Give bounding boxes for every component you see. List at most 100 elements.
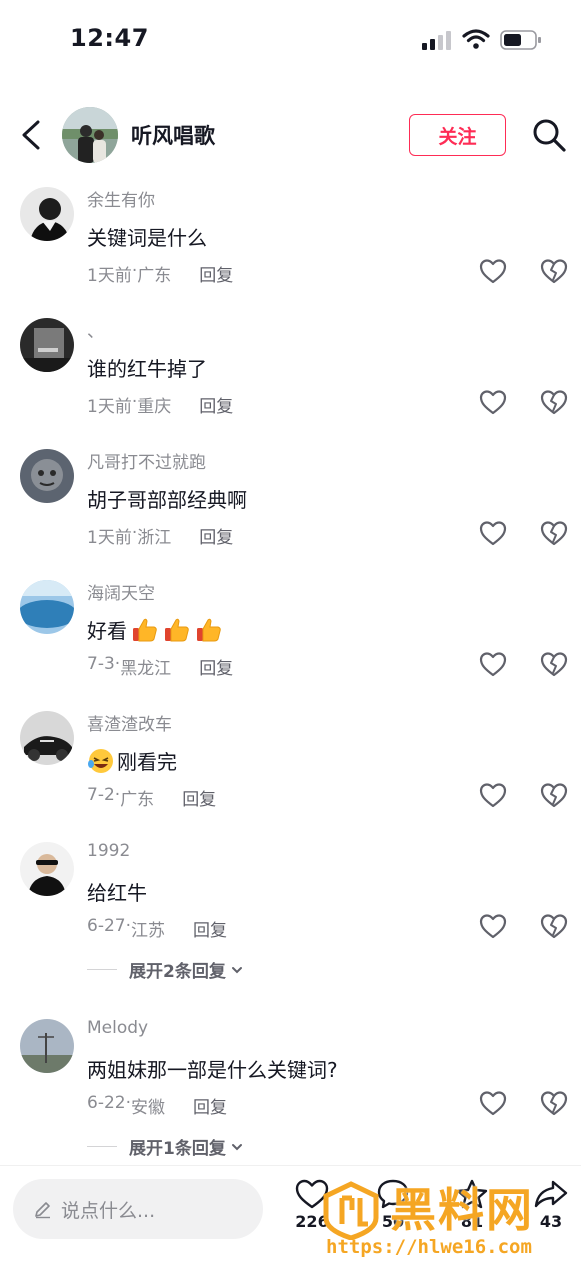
share-icon <box>534 1180 568 1208</box>
reply-button[interactable]: 回复 <box>199 654 233 679</box>
comment-meta: 7-2 · 广东 回复 <box>87 785 216 810</box>
thumbs-up-emoji-icon <box>165 618 189 641</box>
comment-username[interactable]: Melody <box>87 1018 148 1038</box>
comment-location: 广东 <box>120 790 155 810</box>
broken-heart-icon[interactable] <box>540 651 568 677</box>
heart-icon[interactable] <box>479 389 507 415</box>
favorite-button[interactable]: 81 <box>447 1178 497 1231</box>
watermark-url: https://hlwe16.com <box>326 1236 532 1258</box>
divider <box>87 969 117 970</box>
expand-replies-button[interactable]: 展开2条回复 <box>87 957 244 982</box>
back-arrow-icon[interactable] <box>14 114 50 156</box>
broken-heart-icon[interactable] <box>540 389 568 415</box>
reply-button[interactable]: 回复 <box>193 1093 227 1118</box>
avatar[interactable] <box>62 107 118 163</box>
comment-input[interactable]: 说点什么... <box>13 1179 263 1239</box>
comment-item: 凡哥打不过就跑 胡子哥部部经典啊 1天前 · 浙江 回复 <box>0 442 581 573</box>
page-title: 听风唱歌 <box>131 124 215 148</box>
comment-location: 重庆 <box>137 397 172 417</box>
avatar[interactable] <box>20 1019 74 1073</box>
follow-button[interactable]: 关注 <box>409 114 506 156</box>
comment-text-content: 刚看完 <box>117 750 177 774</box>
reply-button[interactable]: 回复 <box>182 785 216 810</box>
avatar[interactable] <box>20 318 74 372</box>
comment-time: 6-22 <box>87 1093 126 1113</box>
comment-time: 7-3 <box>87 654 115 674</box>
comment-count: 50 <box>381 1212 405 1231</box>
comment-username[interactable]: 喜渣渣改车 <box>87 710 172 735</box>
share-button[interactable]: 43 <box>526 1178 576 1231</box>
avatar[interactable] <box>20 449 74 503</box>
heart-icon[interactable] <box>479 913 507 939</box>
comment-meta: 6-27 · 江苏 回复 <box>87 916 227 941</box>
comment-list[interactable]: 余生有你 关键词是什么 1天前 · 广东 回复 、 谁的红牛掉了 1天前 · 重… <box>0 180 581 1165</box>
broken-heart-icon[interactable] <box>540 258 568 284</box>
thumbs-up-emoji-icon <box>133 618 157 641</box>
laughing-emoji-icon <box>88 748 113 773</box>
comment-text: 给红牛 <box>87 877 147 906</box>
comment-time: 7-2 <box>87 785 115 805</box>
chevron-down-icon <box>231 966 242 973</box>
comment-username[interactable]: 1992 <box>87 841 130 861</box>
comment-meta: 1天前 · 重庆 回复 <box>87 392 233 417</box>
battery-icon <box>500 30 541 50</box>
like-button[interactable]: 226 <box>287 1178 337 1231</box>
comment-username[interactable]: 、 <box>87 317 104 342</box>
comment-item: 海阔天空 好看 7-3 · 黑龙江 回复 <box>0 573 581 704</box>
star-icon <box>456 1179 488 1209</box>
reply-button[interactable]: 回复 <box>193 916 227 941</box>
comment-text: 谁的红牛掉了 <box>87 353 207 382</box>
comment-text-content: 两姐妹那一部是什么关键词? <box>87 1058 338 1082</box>
broken-heart-icon[interactable] <box>540 520 568 546</box>
broken-heart-icon[interactable] <box>540 1090 568 1116</box>
reply-button[interactable]: 回复 <box>199 392 233 417</box>
comment-meta: 1天前 · 浙江 回复 <box>87 523 233 548</box>
broken-heart-icon[interactable] <box>540 913 568 939</box>
comment-location: 安徽 <box>131 1098 165 1118</box>
heart-icon[interactable] <box>479 1090 507 1116</box>
avatar[interactable] <box>20 580 74 634</box>
pencil-icon <box>35 1202 50 1219</box>
comment-text: 刚看完 <box>87 746 177 775</box>
chevron-down-icon <box>231 1143 242 1150</box>
comment-text: 胡子哥部部经典啊 <box>87 484 247 513</box>
expand-replies-label: 展开1条回复 <box>129 1139 226 1159</box>
comment-meta: 7-3 · 黑龙江 回复 <box>87 654 233 679</box>
heart-icon[interactable] <box>479 651 507 677</box>
favorite-count: 81 <box>460 1212 484 1231</box>
comment-location: 江苏 <box>131 921 165 941</box>
comment-text: 两姐妹那一部是什么关键词? <box>87 1054 338 1083</box>
comment-text-content: 给红牛 <box>87 881 147 905</box>
comment-location: 黑龙江 <box>120 659 172 679</box>
comment-button[interactable]: 50 <box>368 1178 418 1231</box>
heart-icon[interactable] <box>479 782 507 808</box>
comment-time: 1天前 <box>87 266 132 286</box>
comment-username[interactable]: 余生有你 <box>87 186 155 211</box>
comment-meta: 1天前 · 广东 回复 <box>87 261 233 286</box>
heart-icon[interactable] <box>479 258 507 284</box>
reply-button[interactable]: 回复 <box>199 523 233 548</box>
avatar[interactable] <box>20 187 74 241</box>
comment-text-content: 谁的红牛掉了 <box>87 357 207 381</box>
wifi-icon <box>462 29 490 49</box>
comment-item: 1992 给红牛 6-27 · 江苏 回复 展开2条回复 <box>0 835 581 1005</box>
comment-username[interactable]: 海阔天空 <box>87 579 155 604</box>
bottom-bar: 说点什么... 226 50 81 43 黑料网 https://hlwe16.… <box>0 1165 581 1280</box>
avatar[interactable] <box>20 711 74 765</box>
reply-button[interactable]: 回复 <box>199 261 233 286</box>
heart-icon[interactable] <box>479 520 507 546</box>
comment-input-placeholder: 说点什么... <box>61 1199 156 1222</box>
comment-text-content: 好看 <box>87 619 127 643</box>
avatar[interactable] <box>20 842 74 896</box>
comment-text: 好看 <box>87 615 223 644</box>
search-icon[interactable] <box>530 116 568 154</box>
comment-item: 、 谁的红牛掉了 1天前 · 重庆 回复 <box>0 311 581 442</box>
expand-replies-button[interactable]: 展开1条回复 <box>87 1134 244 1159</box>
signal-icon <box>422 31 451 50</box>
heart-icon <box>295 1179 329 1209</box>
comment-item: 余生有你 关键词是什么 1天前 · 广东 回复 <box>0 180 581 311</box>
comment-time: 1天前 <box>87 397 132 417</box>
header: 听风唱歌 关注 <box>0 100 581 170</box>
broken-heart-icon[interactable] <box>540 782 568 808</box>
comment-username[interactable]: 凡哥打不过就跑 <box>87 448 206 473</box>
